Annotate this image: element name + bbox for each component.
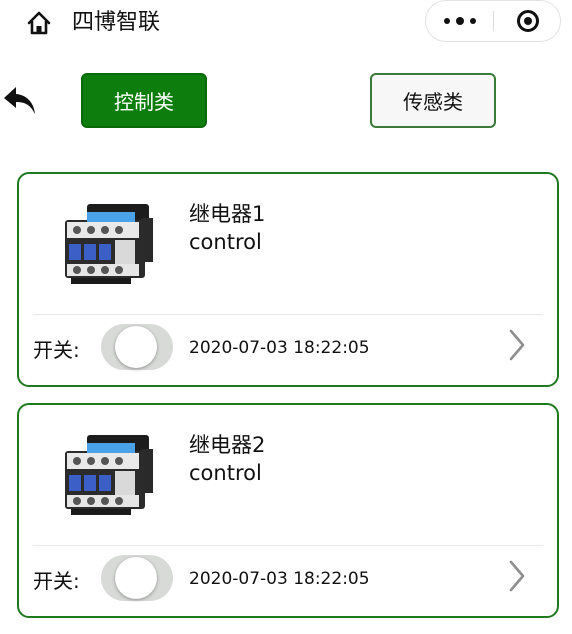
tab-sensor[interactable]: 传感类	[370, 73, 496, 128]
toggle-knob	[115, 557, 157, 599]
tab-control[interactable]: 控制类	[81, 73, 207, 128]
device-card[interactable]: 继电器1 control 开关: 2020-07-03 18:22:05	[17, 172, 559, 387]
target-close-icon[interactable]	[494, 1, 561, 41]
device-name: 继电器2	[189, 433, 266, 457]
page-title: 四博智联	[72, 10, 161, 35]
more-dots-icon[interactable]	[426, 1, 493, 41]
switch-label: 开关:	[33, 338, 80, 362]
card-divider	[33, 314, 543, 315]
relay-image	[57, 198, 157, 294]
chevron-right-icon[interactable]	[507, 328, 527, 362]
mini-program-capsule	[425, 0, 561, 42]
chevron-right-icon[interactable]	[507, 559, 527, 593]
update-time: 2020-07-03 18:22:05	[189, 569, 370, 589]
back-arrow-icon[interactable]	[2, 84, 38, 118]
toggle-knob	[115, 326, 157, 368]
switch-label: 开关:	[33, 569, 80, 593]
switch-toggle[interactable]	[101, 555, 173, 601]
device-card[interactable]: 继电器2 control 开关: 2020-07-03 18:22:05	[17, 403, 559, 618]
update-time: 2020-07-03 18:22:05	[189, 338, 370, 358]
top-nav-bar: 四博智联	[0, 0, 572, 46]
relay-image	[57, 429, 157, 525]
card-divider	[33, 545, 543, 546]
app-page: 四博智联 控制类 传感类 继电器1 control 开关: 2020-07-03…	[0, 0, 572, 634]
device-name: 继电器1	[189, 202, 266, 226]
switch-toggle[interactable]	[101, 324, 173, 370]
home-icon[interactable]	[24, 8, 54, 38]
device-type: control	[189, 230, 262, 254]
device-type: control	[189, 461, 262, 485]
